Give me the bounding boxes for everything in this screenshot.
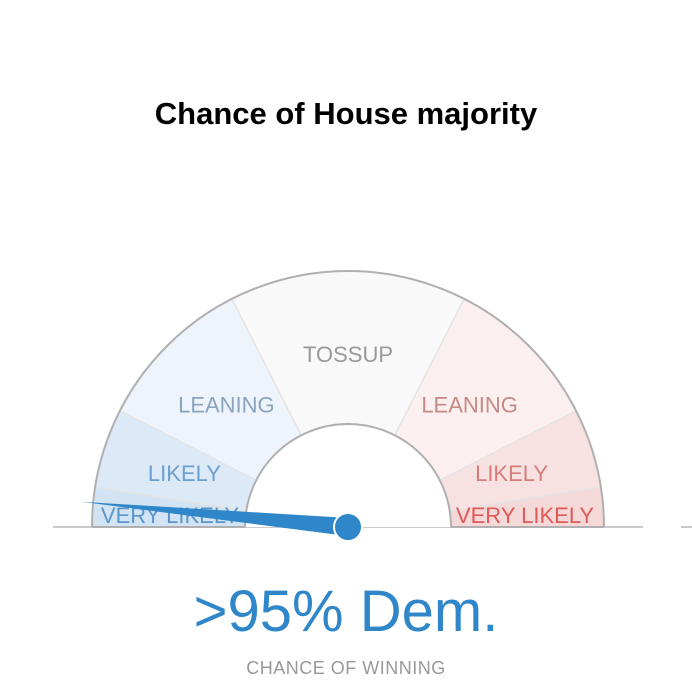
segment-label-4: LEANING bbox=[421, 392, 518, 417]
gauge-chart: VERY LIKELY LIKELY LEANING TOSSUP LEANING LIK… bbox=[53, 270, 692, 542]
needle-hub bbox=[333, 512, 363, 542]
result-caption: CHANCE OF WINNING bbox=[246, 658, 446, 678]
result-value: >95% Dem. bbox=[193, 579, 499, 644]
segment-label-5: LIKELY bbox=[475, 461, 548, 486]
segment-label-3: TOSSUP bbox=[303, 342, 393, 367]
segment-label-2: LEANING bbox=[178, 392, 275, 417]
segment-label-1: LIKELY bbox=[148, 461, 221, 486]
segment-label-6: VERY LIKELY bbox=[456, 503, 595, 528]
